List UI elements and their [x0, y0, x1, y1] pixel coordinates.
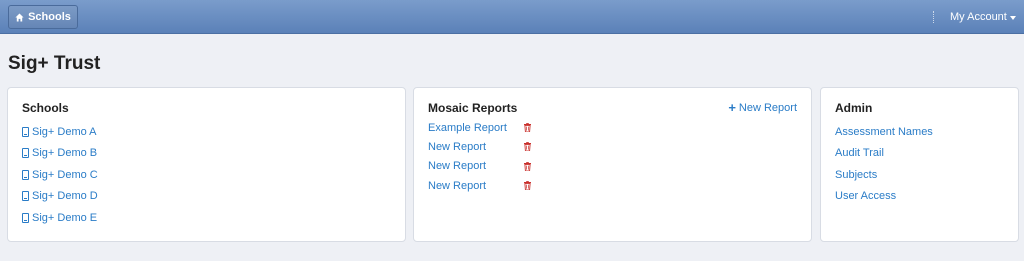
top-navbar: Schools My Account — [0, 0, 1024, 34]
trash-icon[interactable] — [524, 123, 531, 132]
admin-panel: Admin Assessment Names Audit Trail Subje… — [820, 87, 1019, 242]
school-icon — [22, 212, 29, 223]
schools-panel: Schools Sig+ Demo A Sig+ Demo B Sig+ Dem… — [7, 87, 406, 242]
my-account-label: My Account — [950, 11, 1007, 23]
list-item: Audit Trail — [835, 143, 933, 165]
school-icon — [22, 169, 29, 180]
plus-icon: + — [728, 100, 736, 115]
list-item: User Access — [835, 186, 933, 208]
trash-icon[interactable] — [524, 161, 531, 171]
list-item: New Report — [428, 176, 538, 195]
report-link[interactable]: New Report — [428, 180, 486, 192]
trash-icon[interactable] — [524, 142, 531, 152]
admin-link-assessment-names[interactable]: Assessment Names — [835, 126, 933, 138]
caret-down-icon — [1009, 15, 1016, 20]
reports-panel-title: Mosaic Reports — [428, 101, 518, 115]
list-item: Subjects — [835, 164, 933, 186]
admin-link-audit-trail[interactable]: Audit Trail — [835, 147, 884, 159]
school-link[interactable]: Sig+ Demo E — [32, 212, 97, 224]
list-item: Example Report — [428, 118, 538, 137]
page-title: Sig+ Trust — [8, 53, 101, 74]
home-icon — [15, 12, 24, 22]
mosaic-reports-panel: Mosaic Reports + New Report Example Repo… — [413, 87, 812, 242]
schools-home-button[interactable]: Schools — [8, 5, 78, 29]
list-item: Sig+ Demo C — [22, 164, 98, 186]
schools-list: Sig+ Demo A Sig+ Demo B Sig+ Demo C Sig+… — [22, 121, 98, 229]
admin-panel-title: Admin — [835, 101, 873, 115]
list-item: Assessment Names — [835, 121, 933, 143]
school-icon — [22, 148, 29, 159]
list-item: Sig+ Demo D — [22, 186, 98, 208]
my-account-dropdown[interactable]: My Account — [950, 11, 1016, 23]
school-icon — [22, 126, 29, 137]
admin-link-subjects[interactable]: Subjects — [835, 169, 877, 181]
school-link[interactable]: Sig+ Demo A — [32, 126, 97, 138]
admin-list: Assessment Names Audit Trail Subjects Us… — [835, 121, 933, 207]
admin-link-user-access[interactable]: User Access — [835, 190, 896, 202]
nav-divider — [933, 11, 934, 23]
schools-panel-title: Schools — [22, 101, 69, 115]
new-report-button[interactable]: + New Report — [728, 100, 797, 115]
report-link[interactable]: Example Report — [428, 122, 507, 134]
list-item: New Report — [428, 157, 538, 176]
list-item: Sig+ Demo B — [22, 143, 98, 165]
list-item: Sig+ Demo A — [22, 121, 98, 143]
schools-home-label: Schools — [28, 11, 71, 23]
report-link[interactable]: New Report — [428, 160, 486, 172]
school-icon — [22, 191, 29, 202]
new-report-label: New Report — [738, 102, 797, 114]
reports-list: Example Report New Report New Report New… — [428, 118, 538, 195]
school-link[interactable]: Sig+ Demo D — [32, 190, 98, 202]
school-link[interactable]: Sig+ Demo C — [32, 169, 98, 181]
list-item: New Report — [428, 137, 538, 156]
trash-icon[interactable] — [524, 181, 531, 190]
list-item: Sig+ Demo E — [22, 207, 98, 229]
report-link[interactable]: New Report — [428, 141, 486, 153]
school-link[interactable]: Sig+ Demo B — [32, 147, 97, 159]
